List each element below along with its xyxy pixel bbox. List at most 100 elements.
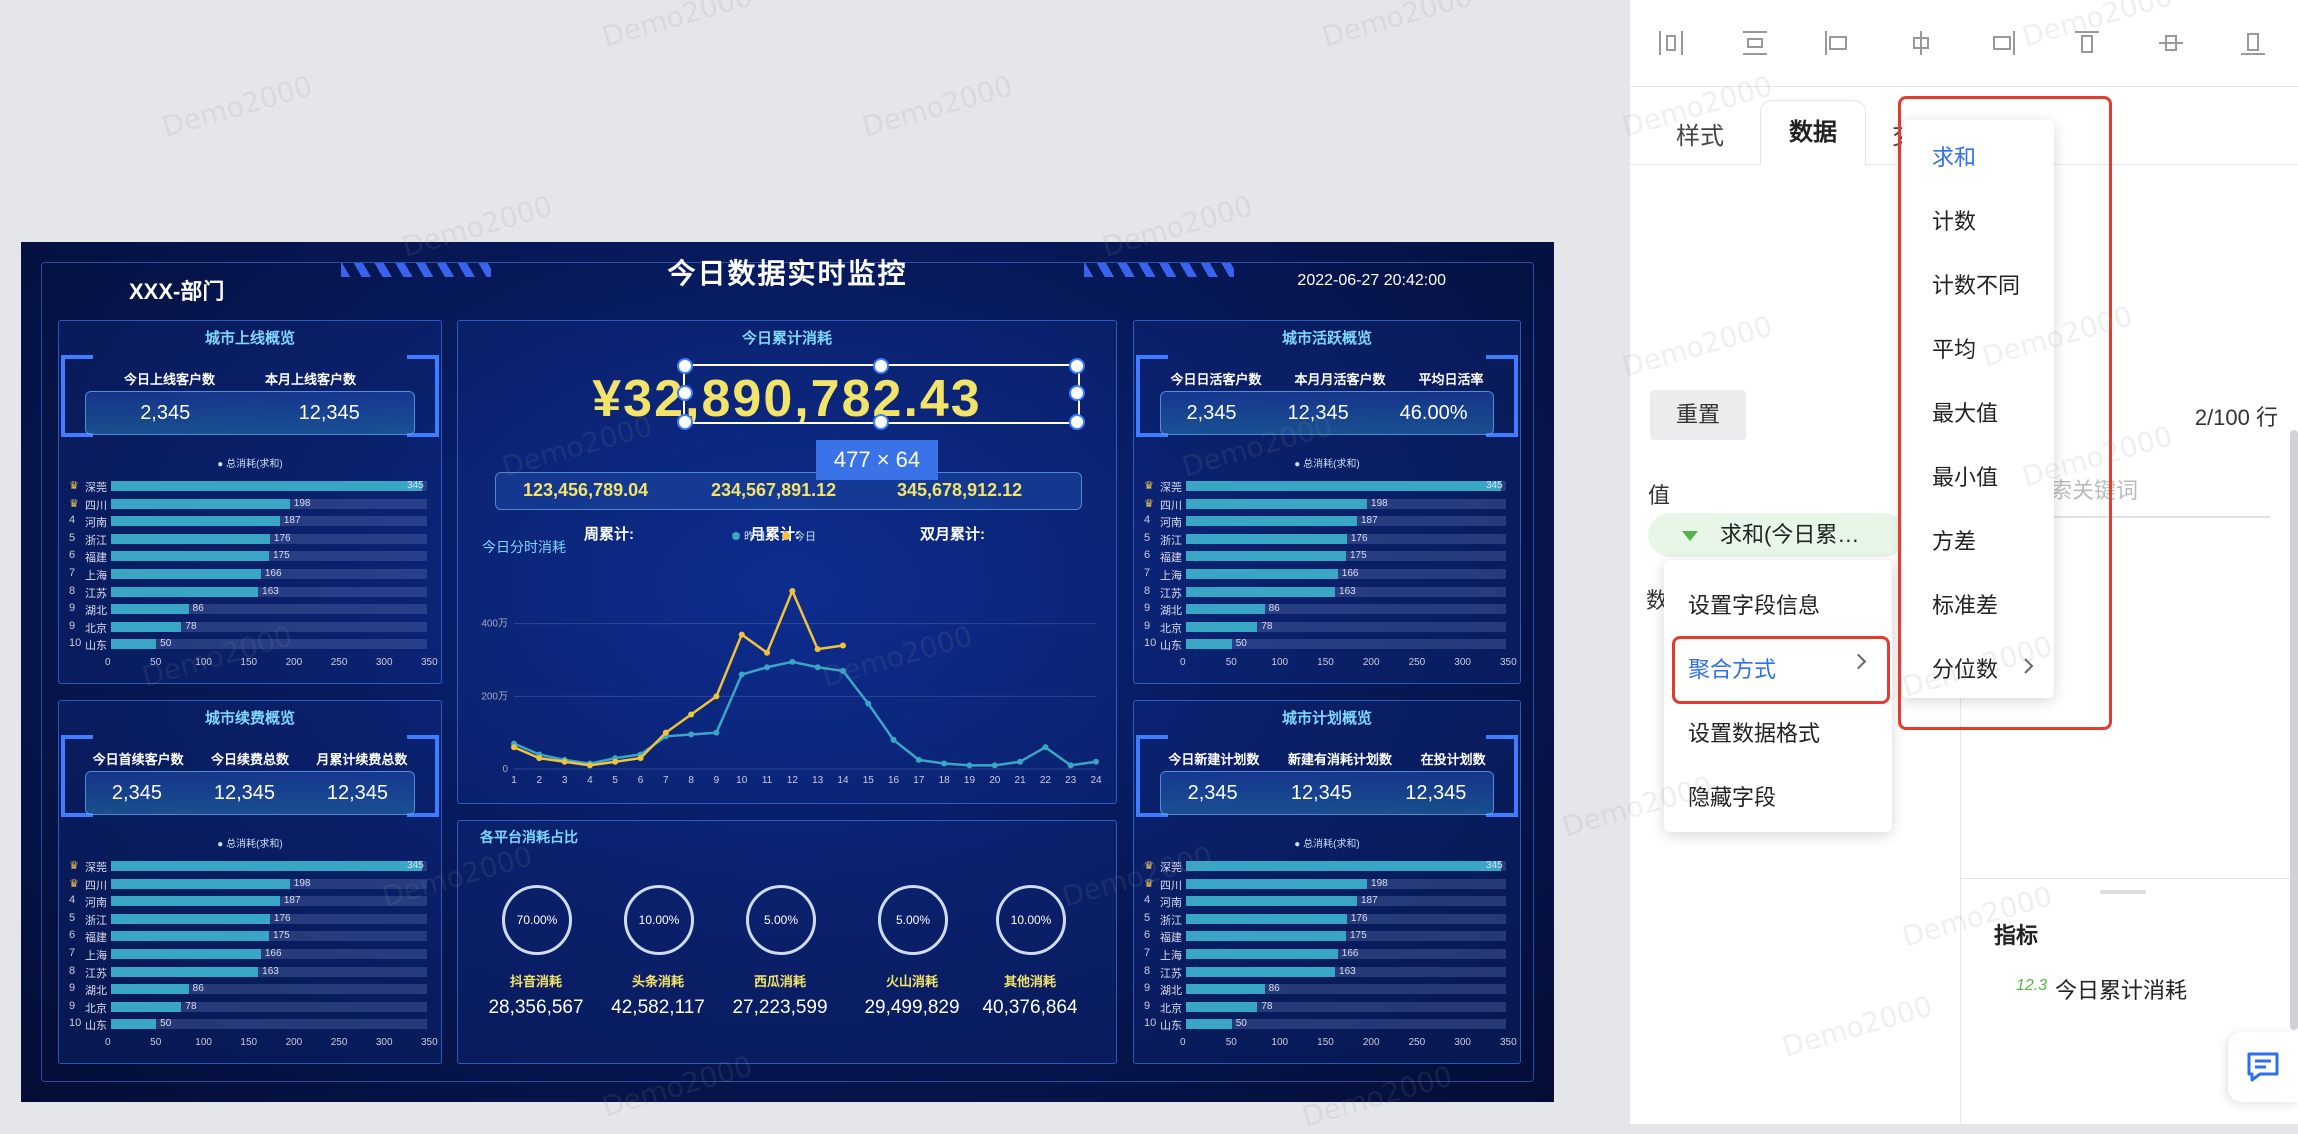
platform-value: 40,376,864	[982, 997, 1078, 1018]
menu-item-field-info[interactable]: 设置字段信息	[1688, 588, 1820, 620]
resize-handle[interactable]	[677, 385, 693, 401]
bar-rank: 10	[1144, 637, 1157, 650]
bar-rank: 6	[1144, 929, 1151, 942]
bar-category-label: 江苏	[85, 587, 107, 600]
reset-button[interactable]: 重置	[1650, 390, 1746, 440]
panel-city-renewal[interactable]: 城市续费概览 今日首续客户数 今日续费总数 月累计续费总数 2,345 12,3…	[58, 700, 442, 1064]
distribute-vertical-icon[interactable]	[1740, 28, 1770, 58]
bar-row: ♛ 深莞 345	[59, 479, 441, 494]
cum-value: 345,678,912.12	[897, 480, 1023, 500]
y-tick-label: 400万	[481, 619, 508, 630]
bar-rank: 9	[69, 982, 76, 995]
data-point	[637, 755, 644, 762]
bar-row: 5 浙江 176	[1134, 532, 1520, 547]
menu-item-data-format[interactable]: 设置数据格式	[1688, 716, 1820, 748]
bar	[111, 1001, 182, 1012]
bar-legend: ● 总消耗(求和)	[217, 839, 283, 850]
panel-title: 今日累计消耗	[741, 330, 832, 347]
scrollbar[interactable]	[2290, 430, 2298, 1030]
align-center-v-icon[interactable]	[2156, 28, 2186, 58]
stat-label: 今日新建计划数	[1168, 752, 1260, 767]
watermark: Demo2000	[858, 69, 1017, 144]
bar-track: 198	[1186, 877, 1506, 889]
panel-platform-share[interactable]: 各平台消耗占比 70.00% 抖音消耗 28,356,567 10.00% 头条消耗 42…	[457, 820, 1117, 1064]
bar-rank: 7	[69, 947, 76, 959]
x-tick-label: 1	[511, 775, 517, 786]
bar-track: 50	[1186, 1018, 1506, 1030]
menu-item-hide-field[interactable]: 隐藏字段	[1688, 780, 1776, 812]
cum-value: 234,567,891.12	[711, 480, 837, 500]
x-tick-label: 2	[537, 775, 543, 786]
bar	[111, 586, 259, 597]
panel-city-active[interactable]: 城市活跃概览 今日日活客户数 本月月活客户数 平均日活率 2,345 12,34…	[1133, 320, 1521, 684]
metric-field-item[interactable]: 今日累计消耗	[2055, 973, 2187, 1005]
bar-category-label: 福建	[1160, 932, 1182, 945]
bar-row: 5 浙江 176	[1134, 912, 1520, 927]
bar-value-label: 176	[1350, 532, 1368, 544]
series-line	[513, 587, 844, 767]
bar-value-label: 50	[1235, 638, 1247, 650]
bar-category-label: 湖北	[85, 605, 107, 618]
align-left-icon[interactable]	[1822, 28, 1852, 58]
bar-rank: ♛	[69, 480, 79, 492]
bar-category-label: 上海	[85, 950, 107, 962]
bar-category-label: 福建	[85, 932, 107, 945]
x-tick-label: 0	[105, 657, 111, 668]
x-tick-label: 100	[1271, 657, 1289, 668]
x-tick-label: 50	[1225, 657, 1237, 668]
bar-value-label: 198	[1371, 877, 1388, 889]
data-point	[966, 762, 973, 769]
bar-category-label: 四川	[85, 499, 107, 512]
feedback-button[interactable]	[2228, 1032, 2298, 1102]
bar	[111, 1019, 157, 1030]
tab-style[interactable]: 样式	[1676, 116, 1724, 151]
resize-handle[interactable]	[873, 358, 889, 374]
resize-handle[interactable]	[1069, 385, 1085, 401]
resize-handle[interactable]	[677, 358, 693, 374]
bar-value-label: 187	[1360, 895, 1378, 907]
caret-down-icon[interactable]	[1682, 531, 1698, 541]
x-tick-label: 100	[195, 657, 212, 668]
bar-track: 175	[1186, 930, 1506, 942]
bar-rank: 7	[1144, 567, 1151, 579]
bar-row: 10 山东 50	[59, 637, 441, 652]
resize-handle[interactable]	[677, 414, 693, 430]
bar-row: 7 上海 166	[59, 567, 441, 582]
x-tick-label: 50	[150, 1037, 162, 1048]
x-tick-label: 100	[1271, 1037, 1289, 1048]
bar-category-label: 北京	[85, 1002, 107, 1015]
stat-label: 平均日活率	[1418, 372, 1484, 387]
panel-city-plan[interactable]: 城市计划概览 今日新建计划数 新建有消耗计划数 在投计划数 2,345 12,3…	[1133, 700, 1521, 1064]
stat-label: 在投计划数	[1420, 752, 1486, 767]
resize-handle[interactable]	[1069, 414, 1085, 430]
resize-grip[interactable]	[2100, 890, 2146, 894]
x-tick-label: 17	[913, 775, 925, 786]
panel-title: 城市计划概览	[1281, 710, 1372, 727]
bar-row: 8 江苏 163	[1134, 585, 1520, 600]
bar-track: 163	[111, 586, 427, 597]
value-field-pill[interactable]: 求和(今日累…	[1648, 513, 1906, 557]
dashboard-canvas[interactable]: XXX-部门 今日数据实时监控 2022-06-27 20:42:00 城市上线…	[21, 242, 1554, 1102]
data-point	[915, 756, 922, 763]
data-point	[511, 744, 517, 751]
resize-handle[interactable]	[873, 414, 889, 430]
x-tick-label: 18	[939, 775, 951, 786]
stat-value: 12,345	[326, 781, 389, 804]
align-center-h-icon[interactable]	[1906, 28, 1936, 58]
tab-data[interactable]: 数据	[1760, 100, 1866, 165]
bar-value-label: 175	[1350, 930, 1367, 942]
align-top-icon[interactable]	[2072, 28, 2102, 58]
x-tick-label: 3	[562, 775, 568, 786]
bar-row: 4 河南 187	[59, 894, 441, 909]
section-divider	[1960, 878, 2298, 879]
resize-handle[interactable]	[1069, 358, 1085, 374]
x-tick-label: 21	[1015, 775, 1027, 786]
align-right-icon[interactable]	[1988, 28, 2018, 58]
bar	[1186, 913, 1347, 924]
distribute-horizontal-icon[interactable]	[1656, 28, 1686, 58]
align-bottom-icon[interactable]	[2238, 28, 2268, 58]
x-tick-label: 16	[888, 775, 900, 786]
panel-city-online[interactable]: 城市上线概览 今日上线客户数 本月上线客户数 2,345 12,345 ● 总消…	[58, 320, 442, 684]
bar-value-label: 187	[283, 515, 301, 527]
bar-track: 50	[1186, 638, 1506, 650]
